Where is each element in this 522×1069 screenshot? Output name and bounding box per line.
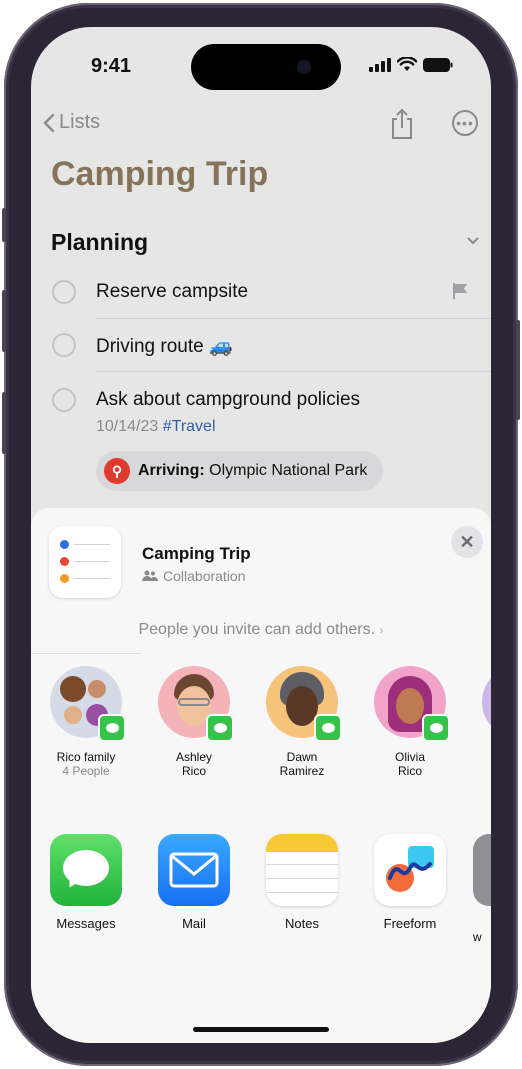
volume-up-button [2, 290, 6, 352]
completion-circle[interactable] [52, 388, 76, 412]
avatar [266, 666, 342, 742]
freeform-icon [374, 834, 446, 906]
list-thumbnail [49, 526, 121, 598]
contact-name: Ashley [175, 750, 213, 764]
item-title[interactable]: Reserve campsite [96, 281, 248, 303]
sheet-subtitle[interactable]: Collaboration [142, 568, 246, 584]
share-sheet: Camping Trip Collaboration ✕ People you … [31, 508, 491, 1043]
contact-name: Olivia [394, 750, 425, 764]
avatar [158, 666, 234, 742]
status-icons [369, 57, 453, 72]
dynamic-island [191, 44, 341, 90]
messages-badge-icon [422, 714, 450, 742]
item-title[interactable]: Driving route 🚙 [96, 334, 233, 358]
item-tag[interactable]: #Travel [163, 418, 216, 435]
wifi-icon [397, 57, 417, 71]
item-meta: 10/14/23 #Travel [96, 418, 216, 436]
status-time: 9:41 [91, 55, 132, 77]
group-avatar [50, 666, 126, 742]
divider [96, 318, 491, 319]
contact-dawn-ramirez[interactable]: Dawn Ramirez [257, 666, 347, 778]
battery-icon [423, 57, 453, 72]
list-title: Camping Trip [51, 155, 269, 193]
close-button[interactable]: ✕ [451, 526, 483, 558]
messages-badge-icon [206, 714, 234, 742]
home-indicator[interactable] [193, 1027, 329, 1032]
divider [31, 653, 141, 654]
share-icon[interactable] [388, 107, 416, 141]
section-header: Planning [51, 229, 149, 255]
app-partial[interactable]: w [473, 834, 491, 944]
more-options-icon[interactable]: ••• [452, 110, 478, 136]
contact-name: Rico family [56, 750, 116, 764]
contact-surname: Rico [397, 764, 422, 778]
app-messages[interactable]: Messages [41, 834, 131, 931]
location-place: Olympic National Park [209, 462, 368, 479]
avatar [374, 666, 450, 742]
mail-icon [158, 834, 230, 906]
contact-surname: Rico [181, 764, 206, 778]
location-prefix: Arriving: [138, 462, 205, 479]
messages-icon [50, 834, 122, 906]
chevron-down-icon[interactable] [466, 233, 480, 251]
contact-surname: Ramirez [279, 764, 325, 778]
contact-name: Dawn [286, 750, 318, 764]
contact-rico-family[interactable]: Rico family 4 People [41, 666, 131, 778]
contact-sub: 4 People [62, 764, 110, 778]
list-item: Reserve campsite [31, 277, 491, 317]
divider [96, 371, 491, 372]
back-label: Lists [59, 111, 101, 133]
avatar [482, 666, 491, 738]
sheet-title: Camping Trip [142, 544, 251, 563]
app-mail[interactable]: Mail [149, 834, 239, 931]
app-notes[interactable]: Notes [257, 834, 347, 931]
messages-badge-icon [98, 714, 126, 742]
app-label: Messages [56, 916, 116, 931]
location-pin-icon: ⚲ [104, 458, 130, 484]
item-date: 10/14/23 [96, 418, 159, 435]
list-item: Driving route 🚙 [31, 330, 491, 370]
power-button [516, 320, 520, 420]
completion-circle[interactable] [52, 333, 76, 357]
notes-icon [266, 834, 338, 906]
screen: 9:41 Lists ••• Camping Trip Planning Res… [31, 27, 491, 1043]
sheet-subtitle-text: Collaboration [163, 568, 246, 584]
invite-note-text: People you invite can add others. [138, 621, 376, 638]
action-button [2, 208, 6, 242]
back-button[interactable]: Lists [43, 111, 100, 134]
volume-down-button [2, 392, 6, 454]
messages-badge-icon [314, 714, 342, 742]
app-icon [473, 834, 491, 906]
item-title[interactable]: Ask about campground policies [96, 389, 360, 411]
app-label: Notes [285, 916, 319, 931]
invite-note[interactable]: People you invite can add others. › [31, 621, 491, 639]
chevron-left-icon [43, 113, 55, 132]
flag-icon [453, 283, 467, 299]
chevron-right-icon: › [379, 623, 384, 637]
people-icon [142, 570, 158, 581]
contact-partial[interactable] [473, 666, 491, 738]
location-pill[interactable]: ⚲ Arriving: Olympic National Park [96, 451, 384, 491]
contact-olivia-rico[interactable]: Olivia Rico [365, 666, 455, 778]
app-label: Mail [182, 916, 206, 931]
nav-bar: Lists ••• [31, 107, 491, 147]
completion-circle[interactable] [52, 280, 76, 304]
contact-ashley-rico[interactable]: Ashley Rico [149, 666, 239, 778]
app-freeform[interactable]: Freeform [365, 834, 455, 931]
app-label: w [473, 930, 482, 944]
signal-icon [369, 57, 391, 72]
app-label: Freeform [383, 916, 437, 931]
